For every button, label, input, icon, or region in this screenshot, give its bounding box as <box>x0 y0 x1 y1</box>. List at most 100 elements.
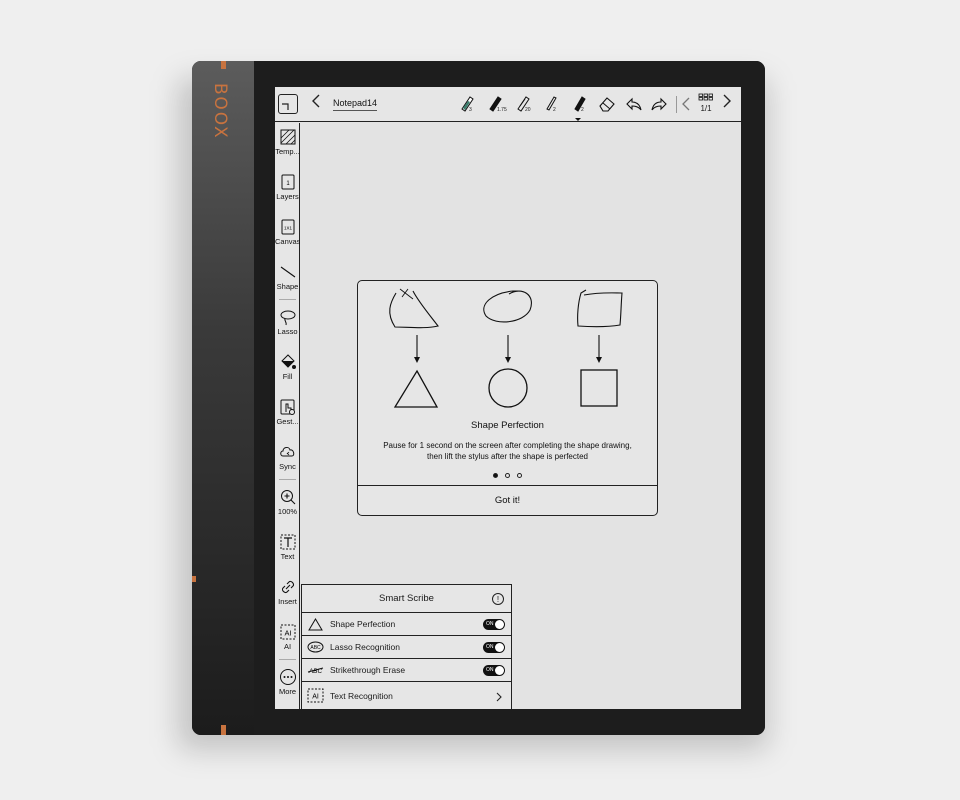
perfect-triangle <box>393 369 439 408</box>
sidebar-item-label: Fill <box>282 372 293 381</box>
page-grid-icon <box>696 93 716 104</box>
notebook-title[interactable]: Notepad14 <box>333 98 378 111</box>
pen-width: 20 <box>525 107 531 113</box>
canvas-icon: 1X1 <box>281 219 294 235</box>
dialog-title: Shape Perfection <box>471 420 544 431</box>
row-label: Lasso Recognition <box>330 642 400 652</box>
pen-width: 2 <box>581 107 584 113</box>
smart-scribe-menu: Smart Scribe ! Shape Perfection ON ABC L… <box>301 584 512 709</box>
fullscreen-icon[interactable] <box>278 94 298 114</box>
sidebar-item-more[interactable]: More <box>275 668 300 696</box>
sidebar-item-label: Temp... <box>275 147 300 156</box>
sidebar-item-label: AI <box>283 642 292 651</box>
smart-scribe-title: Smart Scribe <box>302 585 511 613</box>
sidebar-item-template[interactable]: Temp... <box>275 128 300 156</box>
paint-bucket-icon <box>280 354 296 369</box>
ai-icon: AI <box>280 624 295 640</box>
sidebar-item-ai[interactable]: AI AI <box>275 623 300 651</box>
sidebar-item-insert[interactable]: Insert <box>275 578 300 606</box>
sidebar-item-text[interactable]: Text <box>275 533 300 561</box>
dialog-description: Pause for 1 second on the screen after c… <box>383 441 632 461</box>
sketched-triangle <box>389 290 439 329</box>
spine-accent <box>221 61 226 69</box>
layers-icon: 1 <box>281 174 294 190</box>
perfect-square <box>580 369 618 407</box>
link-icon <box>281 580 294 594</box>
lasso-recognition-row[interactable]: ABC Lasso Recognition ON <box>302 636 511 659</box>
sidebar-item-label: Layers <box>276 192 299 201</box>
spine-accent <box>192 576 196 582</box>
svg-text:AI: AI <box>312 694 319 701</box>
sidebar-divider <box>279 659 296 660</box>
page-dot-active[interactable] <box>493 473 498 478</box>
redo-icon[interactable] <box>649 94 669 114</box>
spine-accent <box>221 725 226 735</box>
lasso-abc-icon: ABC <box>307 641 324 653</box>
sidebar-item-label: Insert <box>278 597 297 606</box>
pen-width: 2 <box>553 107 556 113</box>
sidebar-item-label: 100% <box>277 507 298 516</box>
info-icon[interactable]: ! <box>492 593 504 605</box>
pen-width: 3 <box>469 107 472 113</box>
next-page-icon[interactable] <box>722 93 732 114</box>
sidebar-item-sync[interactable]: Sync <box>275 443 300 471</box>
sidebar-item-zoom[interactable]: 100% <box>275 488 300 516</box>
sidebar-item-shape[interactable]: Shape <box>275 263 300 291</box>
shape-illustration <box>389 288 623 408</box>
sidebar-item-gesture[interactable]: Gest... <box>275 398 300 426</box>
device-spine: BOOX <box>192 61 254 735</box>
shape-perfection-row[interactable]: Shape Perfection ON <box>302 613 511 636</box>
screen: Notepad14 3 1.75 20 2 2 1/1 Temp... 1 La… <box>275 87 741 709</box>
page-number: 1/1 <box>700 104 712 113</box>
toolbar-divider <box>676 96 677 113</box>
strikethrough-erase-toggle[interactable]: ON <box>483 665 505 676</box>
undo-icon[interactable] <box>624 94 644 114</box>
lasso-icon <box>280 310 295 326</box>
svg-text:1: 1 <box>286 181 290 187</box>
pen-width: 1.75 <box>497 107 507 113</box>
marker-icon[interactable]: 1.75 <box>486 94 507 116</box>
row-label: Text Recognition <box>330 691 393 701</box>
svg-text:ABC: ABC <box>310 645 321 651</box>
lasso-recognition-toggle[interactable]: ON <box>483 642 505 653</box>
sidebar-item-fill[interactable]: Fill <box>275 353 300 381</box>
row-label: Strikethrough Erase <box>330 665 406 675</box>
perfect-circle <box>488 368 528 408</box>
chevron-right-icon <box>495 682 503 709</box>
text-box-icon <box>280 534 295 550</box>
sidebar-item-lasso[interactable]: Lasso <box>275 308 300 336</box>
ai-text-icon: AI <box>307 688 324 703</box>
pen-toolbar: 3 1.75 20 2 2 <box>458 94 590 121</box>
text-recognition-row[interactable]: AI Text Recognition <box>302 682 511 709</box>
sidebar-item-label: Canvas <box>275 237 300 246</box>
gesture-icon <box>280 399 295 415</box>
cloud-sync-icon <box>279 447 294 457</box>
got-it-button[interactable]: Got it! <box>358 485 657 515</box>
template-icon <box>280 129 295 145</box>
back-arrow-icon[interactable] <box>311 93 321 114</box>
sidebar-item-label: Lasso <box>277 327 298 336</box>
sidebar-item-layers[interactable]: 1 Layers <box>275 173 300 201</box>
sidebar-item-label: Sync <box>279 462 296 471</box>
eraser-icon[interactable] <box>597 94 617 114</box>
zoom-icon <box>280 490 295 505</box>
ballpoint-pen-icon[interactable]: 2 <box>570 94 590 121</box>
brand-logo: BOOX <box>210 83 230 140</box>
brush-pen-icon[interactable]: 2 <box>542 94 562 116</box>
sidebar-item-label: Gest... <box>276 417 299 426</box>
page-dot[interactable] <box>517 473 522 478</box>
strikethrough-icon: ABC <box>308 667 324 675</box>
strikethrough-erase-row[interactable]: ABC Strikethrough Erase ON <box>302 659 511 682</box>
fountain-pen-icon[interactable]: 3 <box>458 94 478 116</box>
shape-perfection-dialog: Shape Perfection Pause for 1 second on t… <box>357 280 658 516</box>
page-dot[interactable] <box>505 473 510 478</box>
sidebar-item-label: Text <box>280 552 295 561</box>
page-indicator[interactable]: 1/1 <box>696 93 716 114</box>
page-dots <box>358 473 657 478</box>
sidebar-item-label: Shape <box>276 282 299 291</box>
shape-perfection-toggle[interactable]: ON <box>483 619 505 630</box>
pencil-icon[interactable]: 20 <box>514 94 534 116</box>
more-icon <box>279 669 296 685</box>
top-toolbar: Notepad14 3 1.75 20 2 2 1/1 <box>275 87 741 122</box>
sidebar-item-canvas[interactable]: 1X1 Canvas <box>275 218 300 246</box>
